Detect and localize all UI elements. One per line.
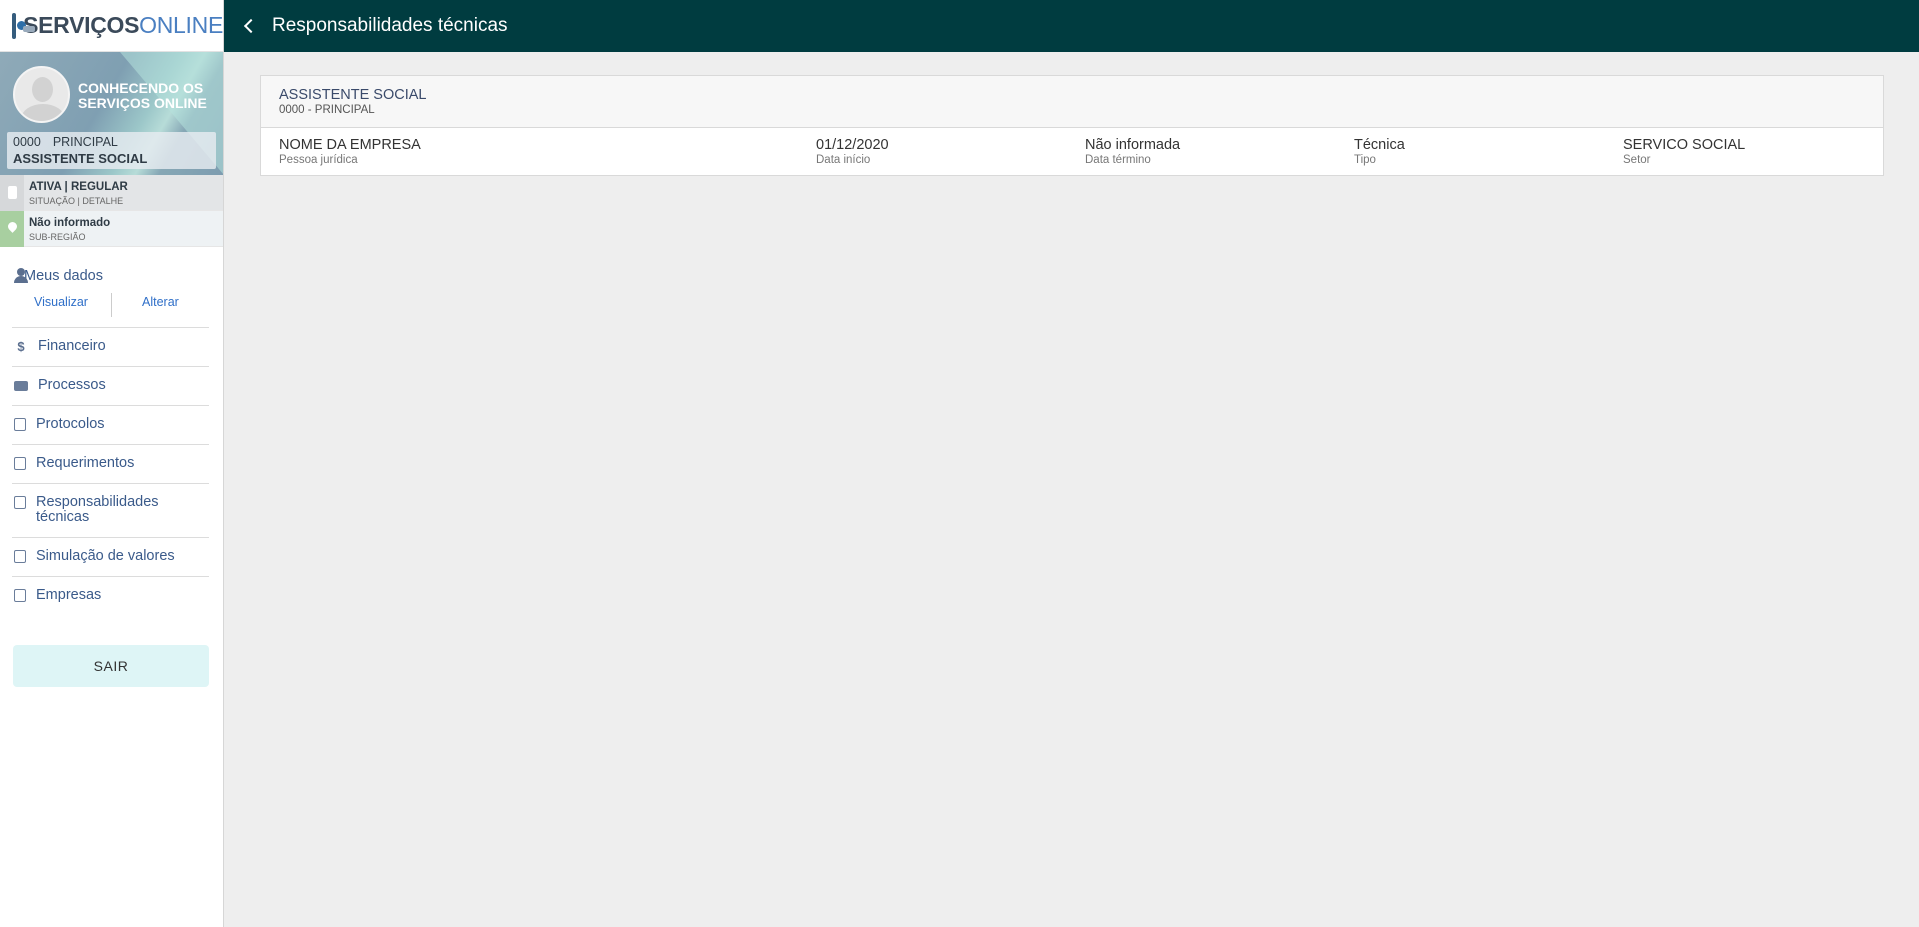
sidebar-item-simulacao-de-valores[interactable]: Simulação de valores — [12, 538, 209, 577]
logo-text-part1: SERVIÇOS — [23, 12, 140, 38]
sidebar-item-label: Meus dados — [24, 268, 103, 284]
sidebar-item-meus-dados: Meus dados Visualizar Alterar — [12, 257, 209, 328]
company-cell: NOME DA EMPRESA Pessoa jurídica — [279, 137, 421, 166]
avatar — [13, 66, 70, 123]
edit-data-link[interactable]: Alterar — [142, 295, 179, 309]
type-cell: Técnica Tipo — [1354, 137, 1405, 166]
end-date-value: Não informada — [1085, 137, 1181, 153]
region-label: SUB-REGIÃO — [29, 232, 86, 242]
logo-icon — [12, 12, 36, 39]
start-date-value: 01/12/2020 — [816, 137, 889, 153]
sidebar: SERVIÇOSONLINE CONHECENDO OS SERVIÇOS ON… — [0, 0, 224, 927]
registration-number: 0000 — [13, 135, 41, 149]
type-label: Tipo — [1354, 154, 1376, 166]
top-bar: Responsabilidades técnicas — [224, 0, 1919, 52]
profession: ASSISTENTE SOCIAL — [13, 151, 148, 166]
sidebar-menu: Meus dados Visualizar Alterar $ Financei… — [0, 247, 223, 615]
sidebar-item-label: Simulação de valores — [36, 548, 175, 564]
profile-name: CONHECENDO OS SERVIÇOS ONLINE — [78, 80, 207, 111]
region-row: Não informado SUB-REGIÃO — [0, 211, 223, 247]
sidebar-item-empresas[interactable]: Empresas — [12, 577, 209, 615]
dollar-icon: $ — [17, 339, 25, 354]
sector-label: Setor — [1623, 154, 1651, 166]
logo[interactable]: SERVIÇOSONLINE — [0, 0, 223, 52]
situation-value: ATIVA | REGULAR — [29, 181, 128, 193]
sidebar-item-financeiro[interactable]: $ Financeiro — [12, 328, 209, 367]
clipboard-icon — [14, 496, 26, 509]
situation-row: ATIVA | REGULAR SITUAÇÃO | DETALHE — [0, 175, 223, 211]
logo-text-part2: ONLINE — [139, 12, 223, 38]
document-icon — [14, 418, 26, 431]
sidebar-item-protocolos[interactable]: Protocolos — [12, 406, 209, 445]
sidebar-item-label: Empresas — [36, 587, 102, 603]
registration-box: 0000 PRINCIPAL ASSISTENTE SOCIAL — [7, 132, 216, 169]
end-date-cell: Não informada Data término — [1085, 137, 1180, 166]
clipboard-icon — [14, 589, 26, 602]
type-value: Técnica — [1354, 137, 1405, 153]
company-label: Pessoa jurídica — [279, 154, 358, 166]
end-date-label: Data término — [1085, 154, 1151, 166]
start-date-label: Data início — [816, 154, 871, 166]
sidebar-item-label: Processos — [38, 377, 106, 393]
sector-value: SERVICO SOCIAL — [1623, 137, 1746, 153]
table-row: NOME DA EMPRESA Pessoa jurídica 01/12/20… — [261, 128, 1883, 176]
profile-card: CONHECENDO OS SERVIÇOS ONLINE 0000 PRINCI… — [0, 52, 223, 175]
situation-label: SITUAÇÃO | DETALHE — [29, 196, 124, 206]
sidebar-item-responsabilidades-tecnicas[interactable]: Responsabilidades técnicas — [12, 484, 209, 538]
sidebar-item-requerimentos[interactable]: Requerimentos — [12, 445, 209, 484]
card-header: ASSISTENTE SOCIAL 0000 - PRINCIPAL — [261, 76, 1883, 128]
folder-icon — [14, 381, 28, 391]
clipboard-icon — [14, 550, 26, 563]
page-title: Responsabilidades técnicas — [272, 15, 508, 36]
responsibility-card: ASSISTENTE SOCIAL 0000 - PRINCIPAL NOME … — [260, 75, 1884, 176]
start-date-cell: 01/12/2020 Data início — [816, 137, 889, 166]
sidebar-item-label: Protocolos — [36, 416, 105, 432]
document-icon — [8, 186, 17, 199]
sidebar-item-processos[interactable]: Processos — [12, 367, 209, 406]
region-value: Não informado — [29, 217, 111, 229]
clipboard-icon — [14, 457, 26, 470]
company-value: NOME DA EMPRESA — [279, 137, 421, 153]
sector-cell: SERVICO SOCIAL Setor — [1623, 137, 1745, 166]
sidebar-item-label: Responsabilidades técnicas — [36, 494, 159, 525]
map-pin-icon — [6, 220, 19, 233]
registration-kind: PRINCIPAL — [52, 135, 118, 149]
back-arrow-icon[interactable] — [240, 16, 260, 36]
sidebar-item-label: Financeiro — [38, 338, 106, 354]
card-title: ASSISTENTE SOCIAL — [279, 87, 427, 103]
sidebar-item-label: Requerimentos — [36, 455, 135, 471]
card-subtitle: 0000 - PRINCIPAL — [279, 104, 375, 116]
logout-button[interactable]: SAIR — [13, 645, 209, 687]
view-data-link[interactable]: Visualizar — [34, 295, 88, 309]
